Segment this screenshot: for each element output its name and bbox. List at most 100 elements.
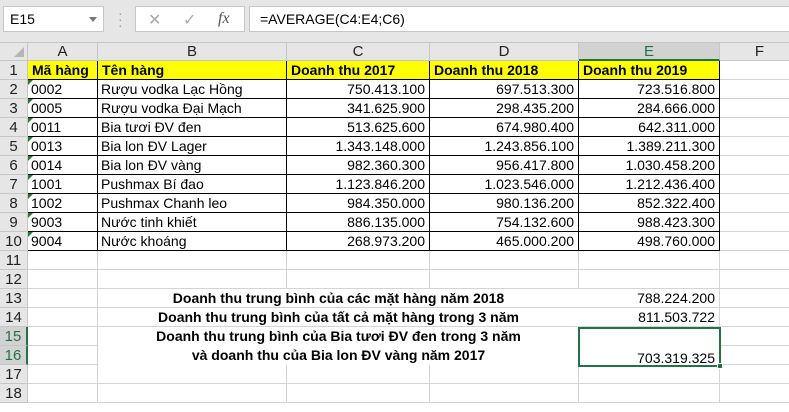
table-cell[interactable]: 956.417.800 [430, 156, 579, 175]
cell[interactable] [28, 251, 98, 270]
cell[interactable] [720, 137, 789, 156]
cell[interactable] [28, 384, 98, 403]
column-header-a[interactable]: A [28, 43, 98, 61]
table-header-cell[interactable]: Doanh thu 2018 [430, 61, 579, 80]
cell[interactable] [28, 346, 98, 365]
table-cell[interactable]: 1.212.436.400 [579, 175, 720, 194]
table-cell[interactable]: 9003 [28, 213, 98, 232]
row-header-6[interactable]: 6 [0, 156, 28, 175]
row-header-4[interactable]: 4 [0, 118, 28, 137]
chevron-down-icon[interactable] [89, 17, 97, 22]
table-cell[interactable]: 750.413.100 [287, 80, 430, 99]
row-header-14[interactable]: 14 [0, 308, 28, 327]
table-cell[interactable]: 0011 [28, 118, 98, 137]
selected-cell-e15[interactable]: 703.319.325 [578, 327, 721, 367]
cell[interactable] [720, 213, 789, 232]
table-cell[interactable]: 1.023.546.000 [430, 175, 579, 194]
row-header-10[interactable]: 10 [0, 232, 28, 251]
cell[interactable] [720, 346, 789, 365]
row-header-8[interactable]: 8 [0, 194, 28, 213]
cell[interactable] [579, 251, 720, 270]
table-cell[interactable]: Nước tinh khiết [98, 213, 287, 232]
cell[interactable] [28, 289, 98, 308]
table-cell[interactable]: 1.389.211.300 [579, 137, 720, 156]
summary-label-2018[interactable]: Doanh thu trung bình của các mặt hàng nă… [98, 289, 579, 307]
row-header-5[interactable]: 5 [0, 137, 28, 156]
cell[interactable] [720, 232, 789, 251]
cell[interactable] [28, 308, 98, 327]
table-cell[interactable]: 1.123.846.200 [287, 175, 430, 194]
table-cell[interactable]: 886.135.000 [287, 213, 430, 232]
table-cell[interactable]: Rượu vodka Lạc Hồng [98, 80, 287, 99]
select-all-button[interactable] [0, 43, 28, 61]
row-header-9[interactable]: 9 [0, 213, 28, 232]
table-cell[interactable]: 982.360.300 [287, 156, 430, 175]
row-header-3[interactable]: 3 [0, 99, 28, 118]
table-cell[interactable]: Bia tươi ĐV đen [98, 118, 287, 137]
row-header-7[interactable]: 7 [0, 175, 28, 194]
table-header-cell[interactable]: Mã hàng [28, 61, 98, 80]
enter-icon[interactable]: ✓ [183, 10, 196, 30]
table-cell[interactable]: 1.343.148.000 [287, 137, 430, 156]
cell[interactable] [287, 251, 430, 270]
table-cell[interactable]: 754.132.600 [430, 213, 579, 232]
cell[interactable] [579, 384, 720, 403]
table-header-cell[interactable]: Doanh thu 2019 [579, 61, 720, 80]
cell[interactable] [720, 194, 789, 213]
cell[interactable] [720, 156, 789, 175]
table-cell[interactable]: 9004 [28, 232, 98, 251]
table-cell[interactable]: 513.625.600 [287, 118, 430, 137]
table-cell[interactable]: 341.625.900 [287, 99, 430, 118]
row-header-16[interactable]: 16 [0, 346, 28, 365]
cell[interactable] [720, 270, 789, 289]
row-header-15[interactable]: 15 [0, 327, 28, 346]
table-cell[interactable]: 1.243.856.100 [430, 137, 579, 156]
table-cell[interactable]: 852.322.400 [579, 194, 720, 213]
cell[interactable] [430, 270, 579, 289]
cell[interactable] [720, 80, 789, 99]
cell[interactable]: 788.224.200 [579, 289, 720, 308]
cell[interactable] [430, 384, 579, 403]
table-cell[interactable]: 498.760.000 [579, 232, 720, 251]
summary-label-combined[interactable]: Doanh thu trung bình của Bia tươi ĐV đen… [98, 327, 579, 365]
cell[interactable]: 811.503.722 [579, 308, 720, 327]
table-cell[interactable]: 0013 [28, 137, 98, 156]
table-cell[interactable]: 642.311.000 [579, 118, 720, 137]
cell[interactable] [287, 270, 430, 289]
cell[interactable] [98, 365, 287, 384]
table-header-cell[interactable]: Tên hàng [98, 61, 287, 80]
table-cell[interactable]: 268.973.200 [287, 232, 430, 251]
cell[interactable] [28, 327, 98, 346]
name-box[interactable]: E15 [3, 6, 104, 32]
table-cell[interactable]: 980.136.200 [430, 194, 579, 213]
cell[interactable] [98, 270, 287, 289]
table-cell[interactable]: Bia lon ĐV Lager [98, 137, 287, 156]
cell[interactable] [720, 308, 789, 327]
cell[interactable] [720, 327, 789, 346]
cell[interactable] [430, 365, 579, 384]
cell[interactable] [579, 365, 720, 384]
cell[interactable] [28, 270, 98, 289]
table-cell[interactable]: 984.350.000 [287, 194, 430, 213]
table-cell[interactable]: Pushmax Chanh leo [98, 194, 287, 213]
table-cell[interactable]: 284.666.000 [579, 99, 720, 118]
cell[interactable] [720, 61, 789, 80]
row-header-17[interactable]: 17 [0, 365, 28, 384]
table-cell[interactable]: 0005 [28, 99, 98, 118]
table-cell[interactable]: Pushmax Bí đao [98, 175, 287, 194]
table-cell[interactable]: 697.513.300 [430, 80, 579, 99]
fill-handle[interactable] [717, 363, 723, 369]
table-cell[interactable]: 298.435.200 [430, 99, 579, 118]
table-cell[interactable]: 988.423.300 [579, 213, 720, 232]
column-header-c[interactable]: C [287, 43, 430, 61]
cell[interactable] [720, 175, 789, 194]
column-header-f[interactable]: F [720, 43, 789, 61]
table-cell[interactable]: Rượu vodka Đại Mạch [98, 99, 287, 118]
table-cell[interactable]: 465.000.200 [430, 232, 579, 251]
cell[interactable] [98, 251, 287, 270]
cancel-icon[interactable]: ✕ [148, 10, 161, 30]
table-header-cell[interactable]: Doanh thu 2017 [287, 61, 430, 80]
row-header-18[interactable]: 18 [0, 384, 28, 403]
formula-input[interactable]: =AVERAGE(C4:E4;C6) [249, 6, 789, 32]
column-header-e[interactable]: E [579, 43, 720, 61]
